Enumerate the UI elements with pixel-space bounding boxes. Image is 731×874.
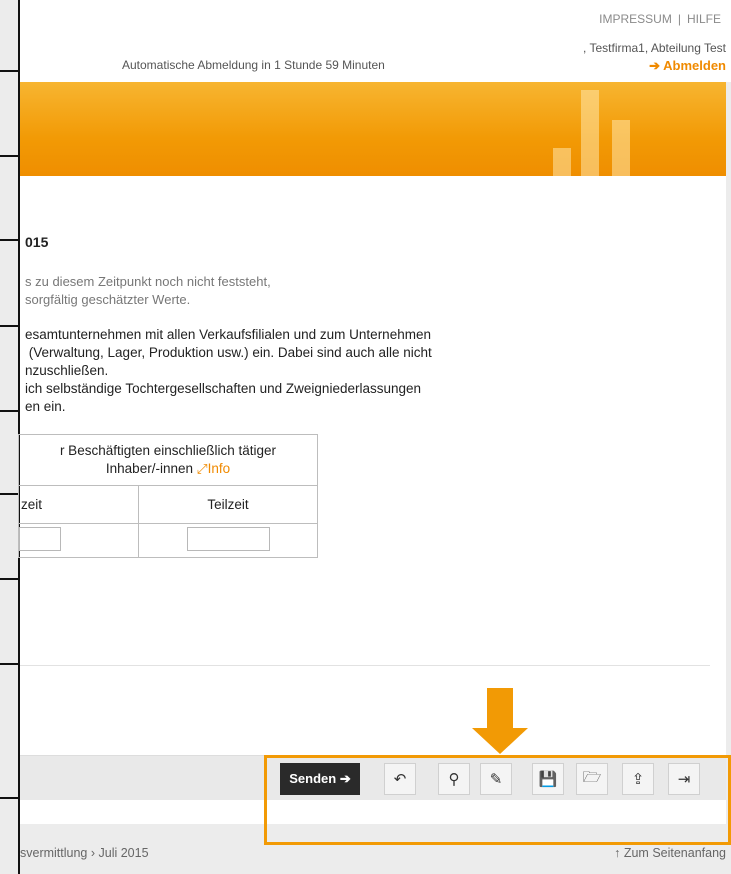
- banner-bar-graphic: [581, 90, 599, 176]
- instructions: esamtunternehmen mit allen Verkaufsfilia…: [25, 326, 545, 416]
- divider: [20, 665, 710, 666]
- parttime-cell: [138, 523, 318, 558]
- user-info: , Testfirma1, Abteilung Test: [583, 41, 726, 55]
- table-header: r Beschäftigten einschließlich tätiger I…: [18, 434, 318, 486]
- instruction-line: (Verwaltung, Lager, Produktion usw.) ein…: [25, 345, 432, 360]
- instruction-line: esamtunternehmen mit allen Verkaufsfilia…: [25, 327, 431, 342]
- link-separator: |: [677, 12, 681, 26]
- col-parttime-header: Teilzeit: [138, 485, 318, 524]
- auto-logout-text: Automatische Abmeldung in 1 Stunde 59 Mi…: [122, 58, 385, 72]
- employees-table: r Beschäftigten einschließlich tätiger I…: [18, 434, 318, 558]
- orange-banner: [20, 82, 726, 176]
- margin-tick: [0, 663, 20, 665]
- info-link-label: Info: [207, 461, 231, 476]
- banner-bar-graphic: [553, 148, 571, 176]
- content-panel: 015 s zu diesem Zeitpunkt noch nicht fes…: [18, 176, 726, 824]
- margin-tick: [0, 70, 20, 72]
- back-to-top-link[interactable]: ↑ Zum Seitenanfang: [614, 846, 726, 860]
- page-title: 015: [25, 234, 49, 250]
- margin-tick: [0, 578, 20, 580]
- parttime-input[interactable]: [186, 527, 270, 551]
- table-header-line: r Beschäftigten einschließlich tätiger: [59, 443, 277, 458]
- margin-tick: [0, 410, 20, 412]
- margin-tick: [0, 797, 20, 799]
- info-link[interactable]: ⤢Info: [197, 461, 230, 476]
- col-fulltime-header: zeit: [18, 485, 139, 524]
- logout-link[interactable]: ➔ Abmelden: [649, 58, 726, 74]
- top-bar: IMPRESSUM | HILFE , Testfirma1, Abteilung …: [20, 0, 731, 82]
- estimate-note: s zu diesem Zeitpunkt noch nicht festste…: [25, 273, 271, 309]
- toolbar-highlight-box: [264, 755, 731, 845]
- margin-tick: [0, 155, 20, 157]
- external-link-icon: ⤢: [196, 461, 208, 476]
- fulltime-input[interactable]: [19, 527, 61, 551]
- instruction-line: nzuschließen.: [25, 363, 109, 378]
- fulltime-cell: [18, 523, 139, 558]
- top-links: IMPRESSUM | HILFE: [599, 12, 721, 26]
- instruction-line: ich selbständige Tochtergesellschaften u…: [25, 381, 422, 396]
- margin-tick: [0, 239, 20, 241]
- margin-tick: [0, 325, 20, 327]
- note-line: sorgfältig geschätzter Werte.: [25, 292, 191, 307]
- instruction-line: en ein.: [25, 399, 66, 414]
- pointer-arrow-shaft: [487, 688, 513, 730]
- impressum-link[interactable]: IMPRESSUM: [599, 12, 672, 26]
- table-header-line: Inhaber/-innen: [105, 461, 193, 476]
- note-line: s zu diesem Zeitpunkt noch nicht festste…: [25, 274, 271, 289]
- breadcrumb[interactable]: svermittlung › Juli 2015: [20, 846, 149, 860]
- banner-bar-graphic: [612, 120, 630, 176]
- margin-tick: [0, 493, 20, 495]
- hilfe-link[interactable]: HILFE: [687, 12, 721, 26]
- pointer-arrow-head: [472, 728, 528, 754]
